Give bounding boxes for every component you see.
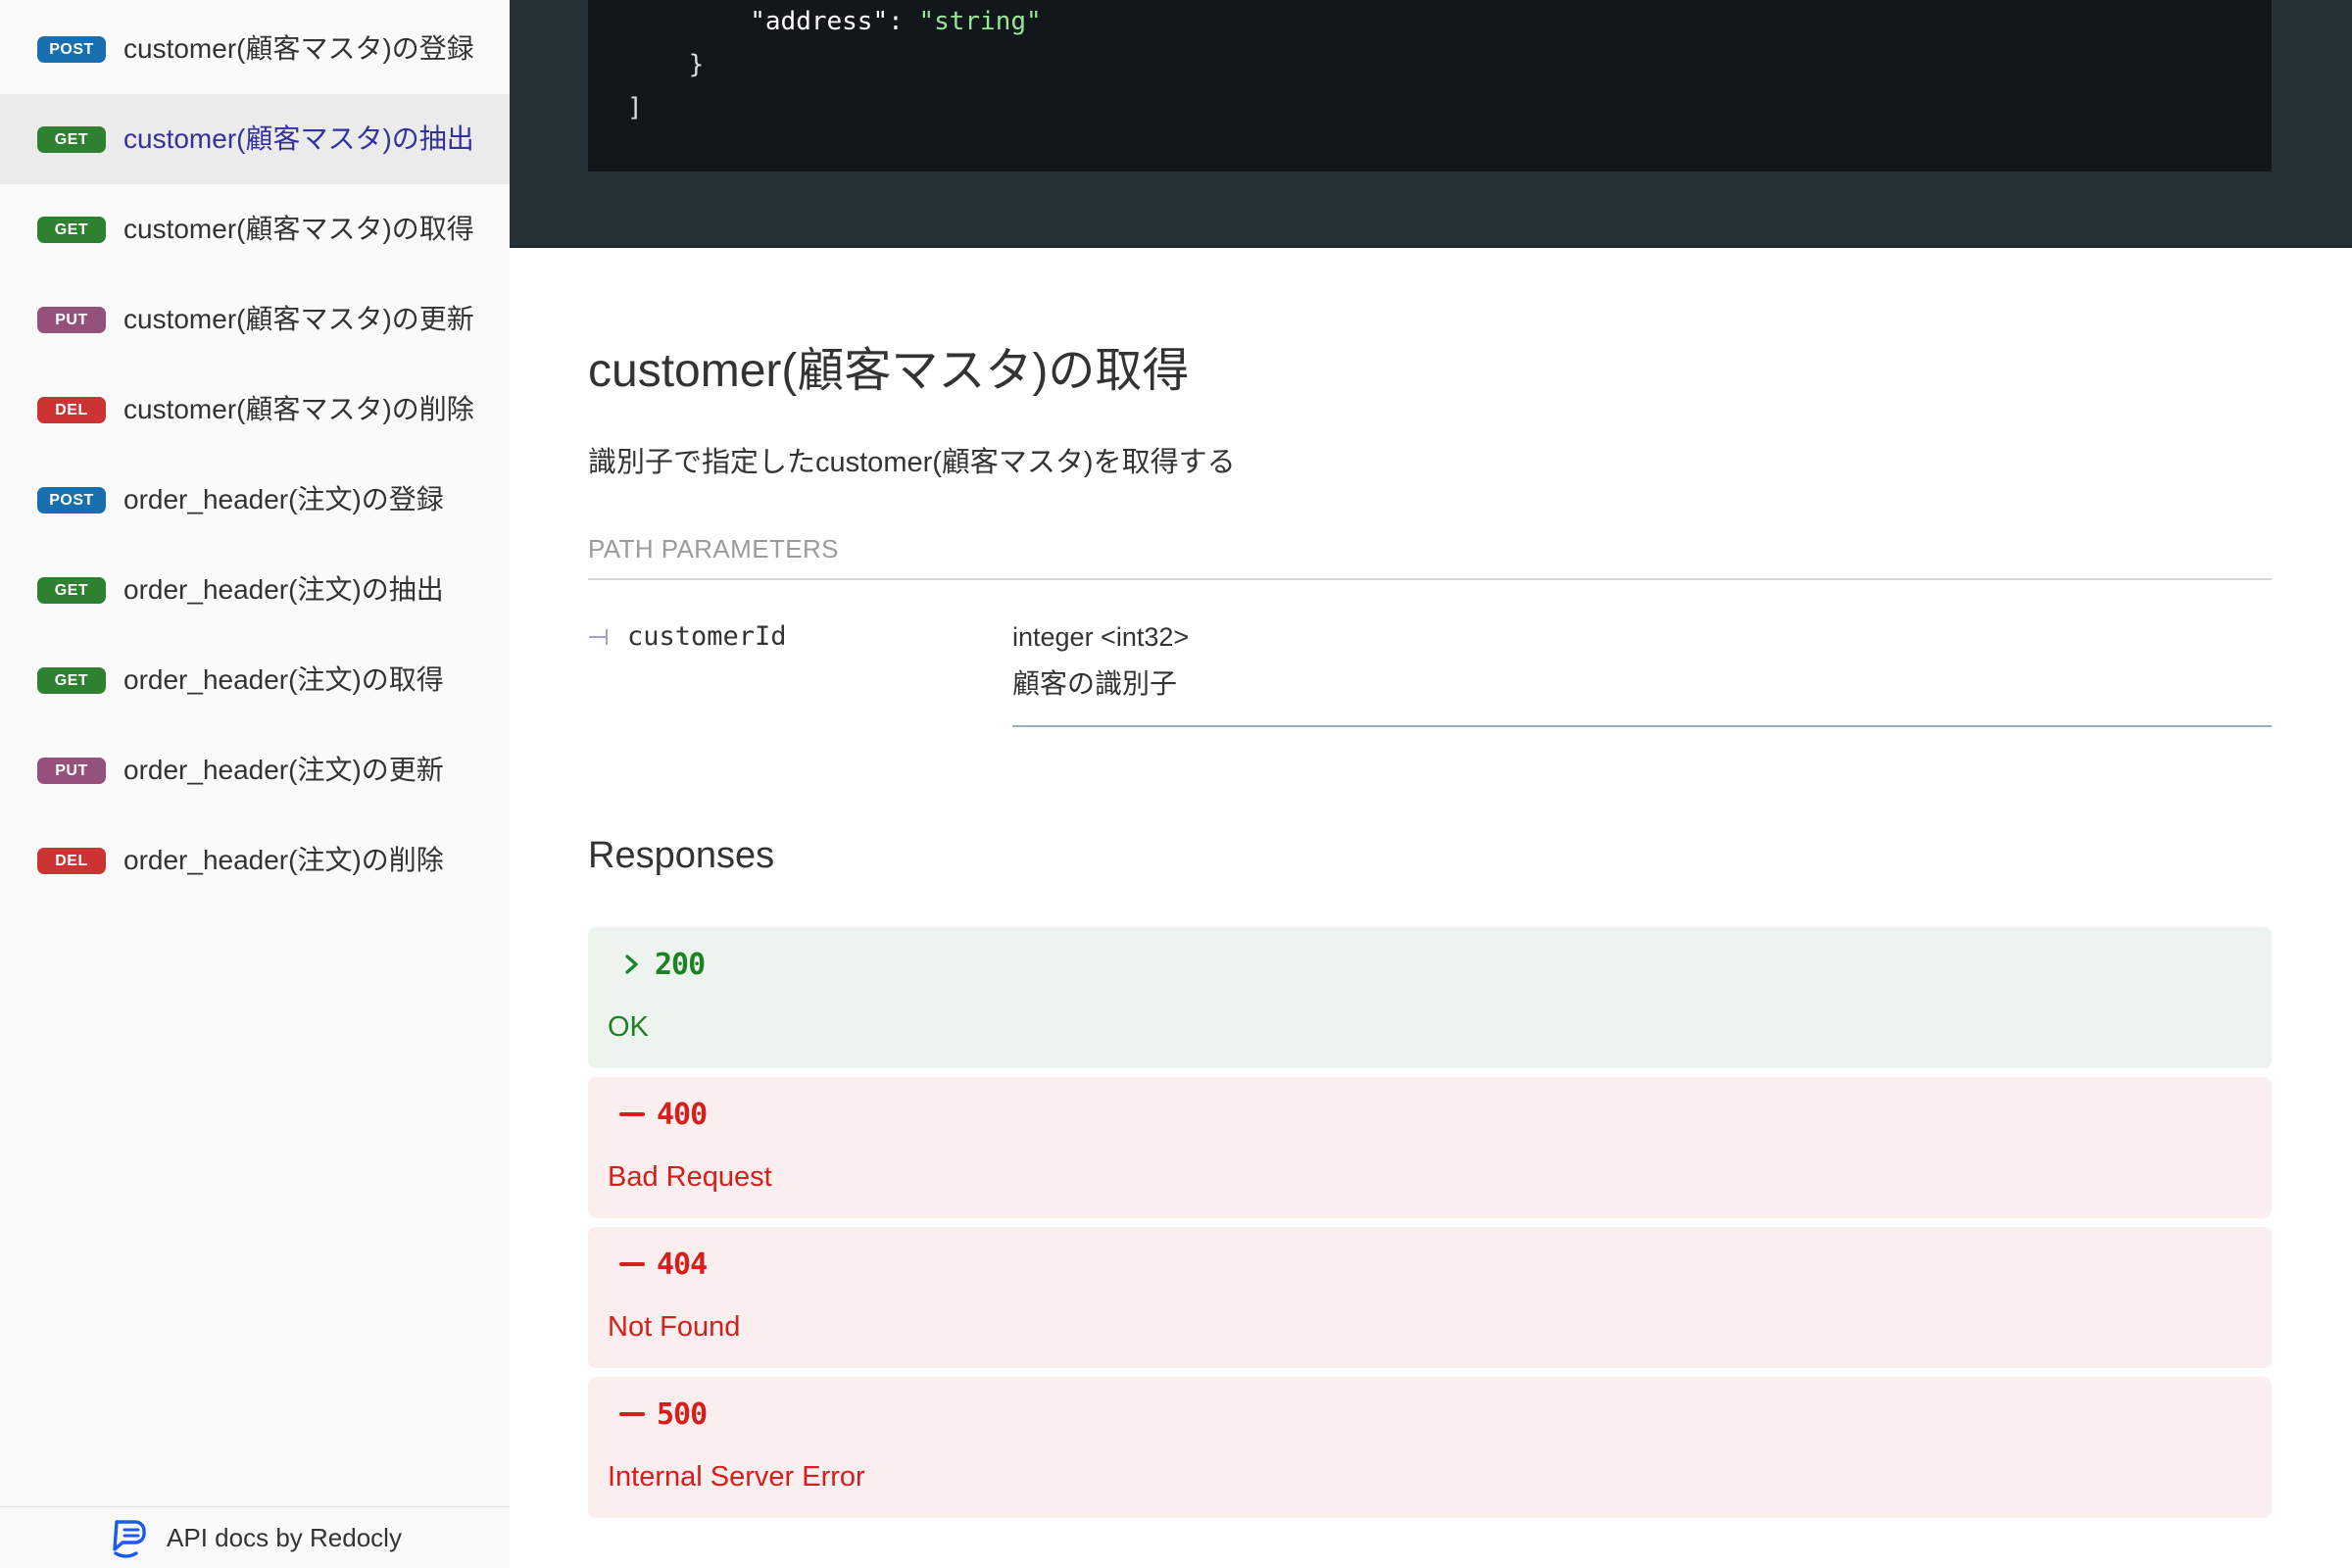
response-200: 200 OK xyxy=(588,927,2272,1068)
method-badge-post: POST xyxy=(37,487,106,514)
response-code: 400 xyxy=(657,1098,707,1132)
code-line: "address": "string" xyxy=(627,0,2272,43)
sidebar-item-order-get[interactable]: GET order_header(注文)の取得 xyxy=(0,635,510,725)
response-label: OK xyxy=(608,1009,2232,1045)
method-badge-put: PUT xyxy=(37,758,106,784)
param-description: 顧客の識別子 xyxy=(1012,666,2272,702)
response-label: Not Found xyxy=(608,1309,2232,1345)
sidebar-item-label: order_header(注文)の取得 xyxy=(123,660,482,701)
response-200-toggle[interactable]: 200 xyxy=(608,947,705,982)
json-string-value: "string" xyxy=(918,7,1041,36)
sidebar-item-label: order_header(注文)の更新 xyxy=(123,750,482,791)
sidebar-item-customer-update[interactable]: PUT customer(顧客マスタ)の更新 xyxy=(0,274,510,365)
sidebar-item-label: customer(顧客マスタ)の抽出 xyxy=(123,119,482,160)
response-code: 500 xyxy=(657,1397,707,1432)
method-badge-get: GET xyxy=(37,667,106,694)
operation-description: 識別子で指定したcustomer(顧客マスタ)を取得する xyxy=(588,439,1236,480)
param-name: customerId xyxy=(627,619,787,655)
param-tree-marker-icon xyxy=(588,626,613,648)
response-400: 400 Bad Request xyxy=(588,1077,2272,1218)
redocly-logo-icon xyxy=(108,1517,153,1558)
response-500-header: 500 xyxy=(608,1396,2232,1432)
dash-icon xyxy=(619,1412,645,1416)
response-code: 200 xyxy=(655,948,705,982)
dash-icon xyxy=(619,1112,645,1116)
path-parameters-heading: PATH PARAMETERS xyxy=(588,534,2272,580)
parameter-row: customerId integer <int32> 顧客の識別子 xyxy=(588,619,2272,727)
dash-icon xyxy=(619,1262,645,1266)
responses-heading: Responses xyxy=(588,835,774,877)
redocly-credit-link[interactable]: API docs by Redocly xyxy=(0,1506,510,1568)
redocly-credit-label: API docs by Redocly xyxy=(167,1523,402,1553)
code-line: } xyxy=(627,43,2272,86)
sidebar-item-order-delete[interactable]: DEL order_header(注文)の削除 xyxy=(0,815,510,906)
operation-title: customer(顧客マスタ)の取得 xyxy=(588,331,1189,400)
method-badge-get: GET xyxy=(37,126,106,153)
sidebar-item-order-update[interactable]: PUT order_header(注文)の更新 xyxy=(0,725,510,815)
response-500: 500 Internal Server Error xyxy=(588,1377,2272,1518)
sidebar-item-order-create[interactable]: POST order_header(注文)の登録 xyxy=(0,455,510,545)
response-code: 404 xyxy=(657,1248,707,1282)
sidebar-item-customer-get[interactable]: GET customer(顧客マスタ)の取得 xyxy=(0,184,510,274)
sidebar-item-label: customer(顧客マスタ)の取得 xyxy=(123,209,482,250)
sidebar-item-customer-delete[interactable]: DEL customer(顧客マスタ)の削除 xyxy=(0,365,510,455)
response-label: Internal Server Error xyxy=(608,1459,2232,1494)
sidebar-item-order-list[interactable]: GET order_header(注文)の抽出 xyxy=(0,545,510,635)
sidebar: POST customer(顧客マスタ)の登録 GET customer(顧客マ… xyxy=(0,0,510,1568)
method-badge-post: POST xyxy=(37,36,106,63)
method-badge-get: GET xyxy=(37,217,106,243)
sidebar-item-label: order_header(注文)の抽出 xyxy=(123,569,482,611)
responses-list: 200 OK 400 Bad Request 404 Not Found 500… xyxy=(588,927,2272,1527)
json-key: "address" xyxy=(750,7,888,36)
method-badge-put: PUT xyxy=(37,307,106,333)
sidebar-item-label: customer(顧客マスタ)の削除 xyxy=(123,389,482,430)
method-badge-delete: DEL xyxy=(37,848,106,874)
response-404: 404 Not Found xyxy=(588,1227,2272,1368)
response-400-header: 400 xyxy=(608,1097,2232,1132)
code-sample: "address": "string" } ] xyxy=(588,0,2272,172)
response-label: Bad Request xyxy=(608,1159,2232,1195)
sidebar-item-customer-create[interactable]: POST customer(顧客マスタ)の登録 xyxy=(0,4,510,94)
code-line: ] xyxy=(627,86,2272,129)
chevron-right-icon xyxy=(619,953,643,976)
response-404-header: 404 xyxy=(608,1247,2232,1282)
method-badge-delete: DEL xyxy=(37,397,106,423)
sidebar-item-label: customer(顧客マスタ)の登録 xyxy=(123,28,482,70)
sidebar-menu: POST customer(顧客マスタ)の登録 GET customer(顧客マ… xyxy=(0,4,510,906)
sidebar-item-label: order_header(注文)の登録 xyxy=(123,479,482,520)
sidebar-item-label: customer(顧客マスタ)の更新 xyxy=(123,299,482,340)
sidebar-item-customer-list[interactable]: GET customer(顧客マスタ)の抽出 xyxy=(0,94,510,184)
response-samples-panel: "address": "string" } ] xyxy=(510,0,2352,248)
method-badge-get: GET xyxy=(37,577,106,604)
sidebar-item-label: order_header(注文)の削除 xyxy=(123,840,482,881)
param-type: integer <int32> xyxy=(1012,619,2272,655)
